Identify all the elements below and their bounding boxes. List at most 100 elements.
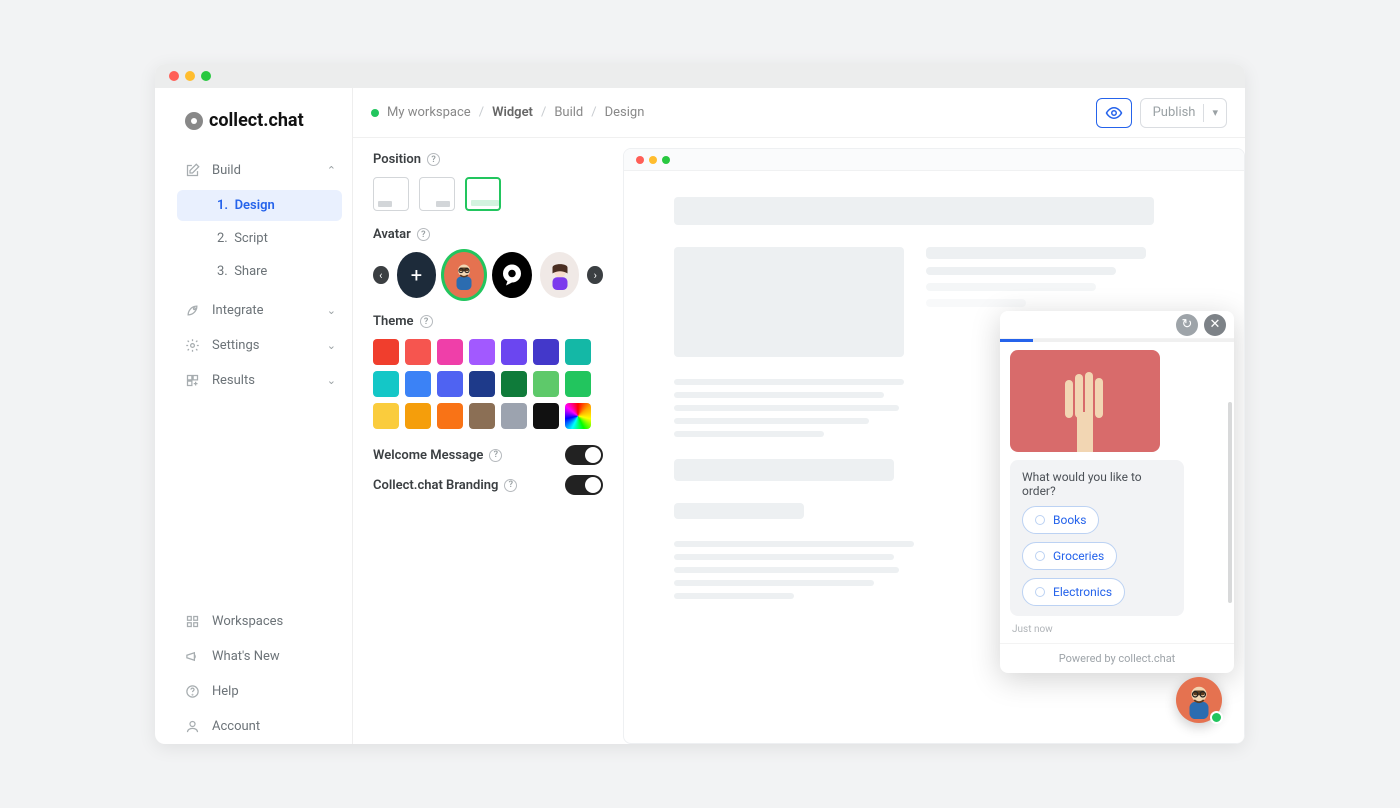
breadcrumb: My workspace / Widget / Build / Design	[371, 105, 644, 120]
chat-powered-by[interactable]: Powered by collect.chat	[1000, 643, 1234, 673]
branding-toggle[interactable]	[565, 475, 603, 495]
crumb-design[interactable]: Design	[605, 105, 645, 120]
theme-swatch-16[interactable]	[437, 403, 463, 429]
design-panel: Position ? Avatar ? ‹ +	[353, 138, 623, 744]
app-name: collect.chat	[209, 110, 304, 131]
welcome-message-toggle[interactable]	[565, 445, 603, 465]
avatar-option-3[interactable]	[540, 252, 580, 298]
chevron-down-icon: ⌄	[327, 339, 336, 352]
theme-swatch-14[interactable]	[373, 403, 399, 429]
avatar-add-button[interactable]: +	[397, 252, 437, 298]
traffic-light-min[interactable]	[185, 71, 195, 81]
nav-settings[interactable]: Settings ⌄	[155, 328, 352, 363]
avatar-next-button[interactable]: ›	[587, 266, 603, 284]
traffic-light-close[interactable]	[169, 71, 179, 81]
chat-refresh-button[interactable]: ↻	[1176, 314, 1198, 336]
theme-swatch-8[interactable]	[405, 371, 431, 397]
theme-swatch-5[interactable]	[533, 339, 559, 365]
crumb-workspace[interactable]: My workspace	[387, 105, 471, 120]
theme-grid	[373, 339, 603, 429]
nav-label: Results	[212, 373, 255, 388]
chevron-down-icon: ⌄	[327, 374, 336, 387]
help-icon[interactable]: ?	[427, 153, 440, 166]
theme-swatch-19[interactable]	[533, 403, 559, 429]
chat-option-1[interactable]: Groceries	[1022, 542, 1117, 570]
mock-min-icon	[649, 156, 657, 164]
position-bottom-right[interactable]	[419, 177, 455, 211]
help-icon[interactable]: ?	[504, 479, 517, 492]
nav-label: Settings	[212, 338, 259, 353]
nav-label: Help	[212, 684, 239, 699]
theme-swatch-3[interactable]	[469, 339, 495, 365]
nav-account[interactable]: Account	[155, 709, 352, 744]
position-bottom-left[interactable]	[373, 177, 409, 211]
chat-launcher-button[interactable]	[1176, 677, 1222, 723]
user-icon	[185, 719, 200, 734]
preview-area: ↻ ✕	[623, 138, 1245, 744]
mock-titlebar	[624, 149, 1244, 171]
nav-integrate[interactable]: Integrate ⌄	[155, 293, 352, 328]
help-icon[interactable]: ?	[420, 315, 433, 328]
help-icon[interactable]: ?	[489, 449, 502, 462]
chat-option-2[interactable]: Electronics	[1022, 578, 1125, 606]
nav-results[interactable]: Results ⌄	[155, 363, 352, 398]
help-icon	[185, 684, 200, 699]
welcome-message-label: Welcome Message ?	[373, 448, 502, 463]
crumb-build[interactable]: Build	[554, 105, 583, 120]
theme-swatch-4[interactable]	[501, 339, 527, 365]
avatar-prev-button[interactable]: ‹	[373, 266, 389, 284]
waving-hand-icon	[1055, 372, 1115, 452]
nav-sub-share[interactable]: 3. Share	[177, 256, 342, 287]
chevron-down-icon: ▾	[1212, 106, 1218, 119]
mock-browser: ↻ ✕	[623, 148, 1245, 744]
theme-swatch-13[interactable]	[565, 371, 591, 397]
theme-swatch-15[interactable]	[405, 403, 431, 429]
nav-workspaces[interactable]: Workspaces	[155, 604, 352, 639]
theme-swatch-0[interactable]	[373, 339, 399, 365]
theme-swatch-10[interactable]	[469, 371, 495, 397]
app-window: collect.chat Build ⌃ 1. Design 2. Script	[155, 64, 1245, 744]
theme-swatch-18[interactable]	[501, 403, 527, 429]
chat-welcome-image	[1010, 350, 1160, 452]
nav-sub-design[interactable]: 1. Design	[177, 190, 342, 221]
rocket-icon	[185, 303, 200, 318]
nav-build[interactable]: Build ⌃	[155, 153, 352, 188]
theme-swatch-2[interactable]	[437, 339, 463, 365]
publish-button[interactable]: Publish ▾	[1140, 98, 1227, 128]
nav-label: Account	[212, 719, 260, 734]
position-fullwidth[interactable]	[465, 177, 501, 211]
theme-swatch-9[interactable]	[437, 371, 463, 397]
megaphone-icon	[185, 649, 200, 664]
chat-option-0[interactable]: Books	[1022, 506, 1099, 534]
mock-close-icon	[636, 156, 644, 164]
nav-whatsnew[interactable]: What's New	[155, 639, 352, 674]
theme-swatch-20[interactable]	[565, 403, 591, 429]
avatar-option-2[interactable]	[492, 252, 532, 298]
position-label: Position ?	[373, 152, 603, 167]
edit-icon	[185, 163, 200, 178]
person-icon	[545, 260, 575, 290]
traffic-light-max[interactable]	[201, 71, 211, 81]
online-status-icon	[1210, 711, 1223, 724]
topbar: My workspace / Widget / Build / Design P…	[353, 88, 1245, 138]
theme-swatch-1[interactable]	[405, 339, 431, 365]
crumb-widget[interactable]: Widget	[492, 105, 533, 120]
avatar-option-1[interactable]	[444, 252, 484, 298]
preview-button[interactable]	[1096, 98, 1132, 128]
theme-swatch-17[interactable]	[469, 403, 495, 429]
chat-prompt-text: What would you like to order?	[1022, 470, 1172, 498]
chat-scrollbar[interactable]	[1228, 402, 1232, 603]
theme-swatch-12[interactable]	[533, 371, 559, 397]
theme-swatch-7[interactable]	[373, 371, 399, 397]
theme-swatch-11[interactable]	[501, 371, 527, 397]
help-icon[interactable]: ?	[417, 228, 430, 241]
theme-swatch-6[interactable]	[565, 339, 591, 365]
chat-close-button[interactable]: ✕	[1204, 314, 1226, 336]
chat-bubble-icon	[497, 260, 527, 290]
nav-label: Integrate	[212, 303, 264, 318]
nav-sub-script[interactable]: 2. Script	[177, 223, 342, 254]
avatar-label: Avatar ?	[373, 227, 603, 242]
nav-help[interactable]: Help	[155, 674, 352, 709]
grid-icon	[185, 614, 200, 629]
chevron-down-icon: ⌄	[327, 304, 336, 317]
